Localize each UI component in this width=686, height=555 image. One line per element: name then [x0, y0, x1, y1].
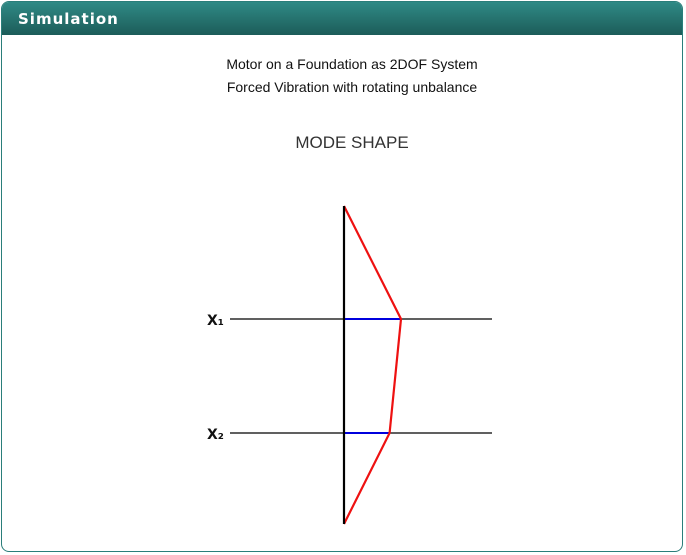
- mode-shape-curve: [343, 205, 403, 525]
- simulation-area: Motor on a Foundation as 2DOF System For…: [2, 35, 682, 551]
- simulation-panel: Simulation Motor on a Foundation as 2DOF…: [1, 1, 683, 552]
- mass-1-label: X₁: [207, 313, 224, 329]
- mode-shape-diagram: X₁ X₂: [207, 205, 492, 525]
- mass-2-label: X₂: [207, 427, 224, 443]
- panel-header: Simulation: [2, 2, 682, 35]
- panel-title: Simulation: [18, 9, 119, 28]
